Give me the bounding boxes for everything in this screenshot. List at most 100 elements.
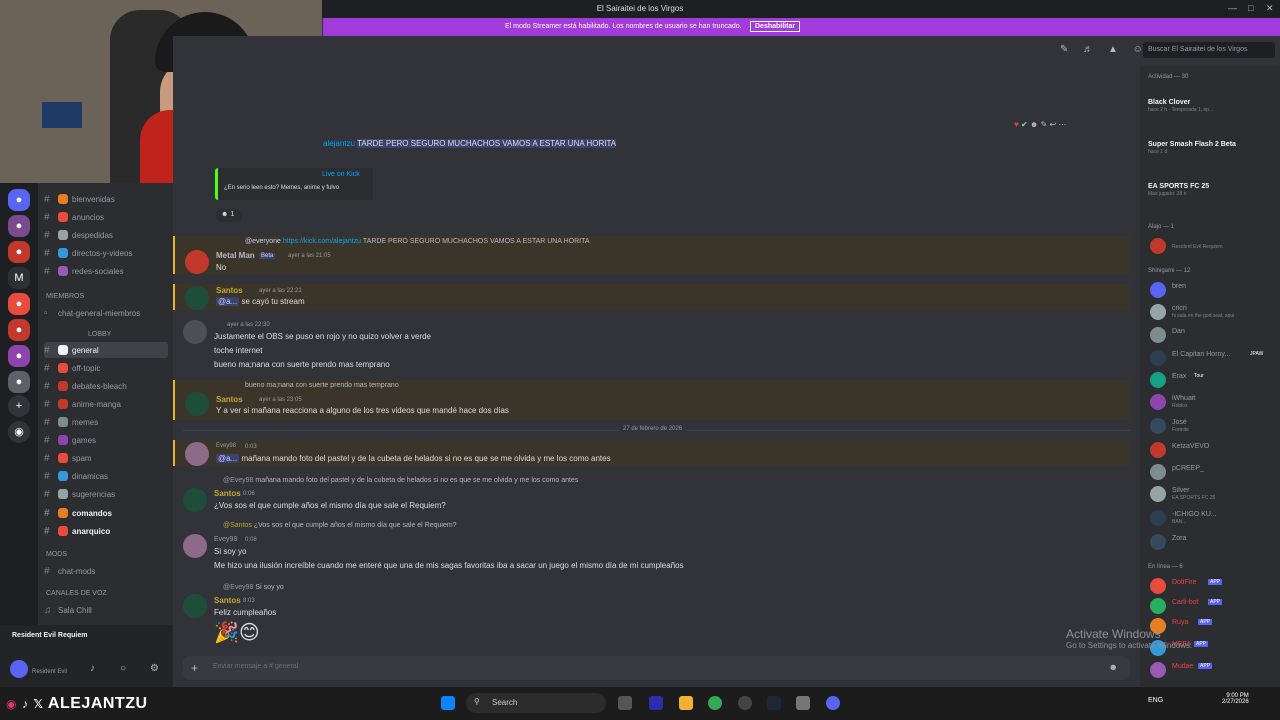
channel-directos[interactable]: # directos-y-videos [44,245,168,261]
avatar[interactable] [185,286,209,310]
mic-icon[interactable]: ♪ [90,663,95,674]
members-icon[interactable]: ☺ [1133,44,1143,55]
group-header: Alajo — 1 [1148,224,1175,230]
avatar[interactable] [10,660,28,678]
avatar[interactable] [183,320,207,344]
banner-message: El modo Streamer está habilitado. Los no… [505,23,742,30]
member-item[interactable]: Zora [1150,532,1280,552]
speaker-icon: ♫ [44,604,52,616]
folder-icon[interactable] [679,696,693,710]
server-icon[interactable]: ● [8,345,30,367]
member-item[interactable]: Erax Tour [1150,370,1280,390]
channel-chat-miembros[interactable]: ▫ chat-general-miembros [44,305,168,321]
minimize-icon[interactable]: — [1228,3,1237,13]
avatar[interactable] [183,594,207,618]
taskview-icon[interactable] [618,696,632,710]
member-item[interactable]: pCREEP_ [1150,462,1280,482]
tray-clock[interactable]: 9:00 PM 2/27/2026 [1222,693,1249,705]
explore-icon[interactable]: ◉ [8,421,30,443]
member-item[interactable]: José Fortnite [1150,416,1280,436]
premiere-icon[interactable] [649,696,663,710]
channel-spam[interactable]: # spam [44,450,168,466]
channel-anime-manga[interactable]: # anime-manga [44,396,168,412]
message-actions[interactable]: ♥ ✔ ☻ ✎ ↩ ⋯ [1014,120,1066,129]
server-icon[interactable]: ● [8,319,30,341]
activity-item[interactable]: EA SPORTS FC 25 Más jugado: 28 h [1148,180,1280,200]
server-icon[interactable]: ● [8,241,30,263]
category-lobby[interactable]: LOBBY [88,331,111,338]
category-miembros[interactable]: MIEMBROS [46,293,84,300]
channel-general[interactable]: # general [44,342,168,358]
discord-icon[interactable] [826,696,840,710]
channel-comandos[interactable]: # comandos [44,505,168,521]
member-item[interactable]: Mudae APP [1150,660,1280,680]
category-voice[interactable]: CANALES DE VOZ [46,590,107,597]
threads-icon[interactable]: ✎ [1060,44,1068,55]
member-item[interactable]: cricri hi sala en the god seal, aqui [1150,302,1280,322]
member-item[interactable]: Carli-bot APP [1150,596,1280,616]
member-item[interactable]: El Capitan Horny... JPAW [1150,348,1280,368]
server-icon[interactable]: ● [8,215,30,237]
channel-list: # bienvenidas # anuncios # despedidas # dire… [38,183,173,653]
channel-anarquico[interactable]: # anarquico [44,523,168,539]
avatar[interactable] [185,250,209,274]
channel-sugerencias[interactable]: # sugerencias [44,486,168,502]
obs-icon[interactable] [738,696,752,710]
activity-item[interactable]: Super Smash Flash 2 Beta hace 1 d [1148,138,1280,158]
channel-debates-bleach[interactable]: # debates-bleach [44,378,168,394]
app-icon[interactable] [796,696,810,710]
emoji-icon: ☻ [1029,120,1039,129]
check-icon: ✔ [1020,120,1028,129]
avatar[interactable] [185,442,209,466]
member-item[interactable]: Silver EA SPORTS FC 25 [1150,484,1280,504]
taskbar-search[interactable]: ⚲ Search [466,693,606,713]
search-input[interactable]: Buscar El Sairaitei de los Virgos [1143,42,1275,58]
pin-icon[interactable]: ▲ [1108,44,1118,55]
maximize-icon[interactable]: □ [1248,3,1253,13]
message-row: Evey98 0:03 @a... mañana mando foto del … [173,440,1130,466]
channel-despedidas[interactable]: # despedidas [44,227,168,243]
server-icon[interactable]: ● [8,189,30,211]
activity-item[interactable]: Black Clover hace 2 h · Temporada 1, ep..… [1148,96,1280,116]
kick-embed[interactable]: Live on Kick ¿En serio leen esto? Memes,… [215,168,373,200]
add-server-icon[interactable]: + [8,395,30,417]
emoji-icon[interactable]: ☻ [1109,662,1118,672]
avatar[interactable] [185,392,209,416]
avatar[interactable] [183,488,207,512]
member-item[interactable]: DotiFire APP [1150,576,1280,596]
bell-icon[interactable]: ♬ [1083,44,1093,55]
instagram-icon: ◉ [6,697,17,711]
category-mods[interactable]: Mods [46,551,67,558]
close-icon[interactable]: ✕ [1266,3,1274,14]
channel-bienvenidas[interactable]: # bienvenidas [44,191,168,207]
steam-icon[interactable] [767,696,781,710]
headphones-icon[interactable]: ○ [120,663,126,674]
channel-memes[interactable]: # memes [44,414,168,430]
voice-sala-chill[interactable]: ♫ Sala Chill [44,602,168,618]
channel-dinamicas[interactable]: # dinamicas [44,468,168,484]
channel-games[interactable]: # games [44,432,168,448]
channel-chat-mods[interactable]: # chat-mods [44,563,168,579]
start-icon[interactable] [441,696,455,710]
tray-lang[interactable]: ENG [1148,697,1163,704]
channel-anuncios[interactable]: # anuncios [44,209,168,225]
member-item[interactable]: -ICHIGO KU... BAN... [1150,508,1280,528]
add-attachment-icon[interactable]: + [191,661,198,675]
member-item[interactable]: Dan [1150,325,1280,345]
channel-redes[interactable]: # redes-sociales [44,263,168,279]
server-icon[interactable]: ● [8,371,30,393]
chrome-icon[interactable] [708,696,722,710]
member-item[interactable]: iWhuait Roblox [1150,392,1280,412]
reaction-pill[interactable]: ☻ 1 [216,209,242,222]
avatar[interactable] [183,534,207,558]
gear-icon[interactable]: ⚙ [150,663,159,674]
header-toolbar: ✎ ♬ ▲ ☺ [1060,44,1143,55]
member-item[interactable]: KetzaVEVO [1150,440,1280,460]
message-composer[interactable]: + Enviar mensaje a # general ☻ [183,656,1130,680]
server-icon[interactable]: ● [8,293,30,315]
server-icon[interactable]: M [8,267,30,289]
channel-off-topic[interactable]: # off-topic [44,360,168,376]
disable-streamer-button[interactable]: Deshabilitar [750,21,801,32]
member-item[interactable]: Resident Evil Requiem [1150,236,1280,256]
member-item[interactable]: bren [1150,280,1280,300]
